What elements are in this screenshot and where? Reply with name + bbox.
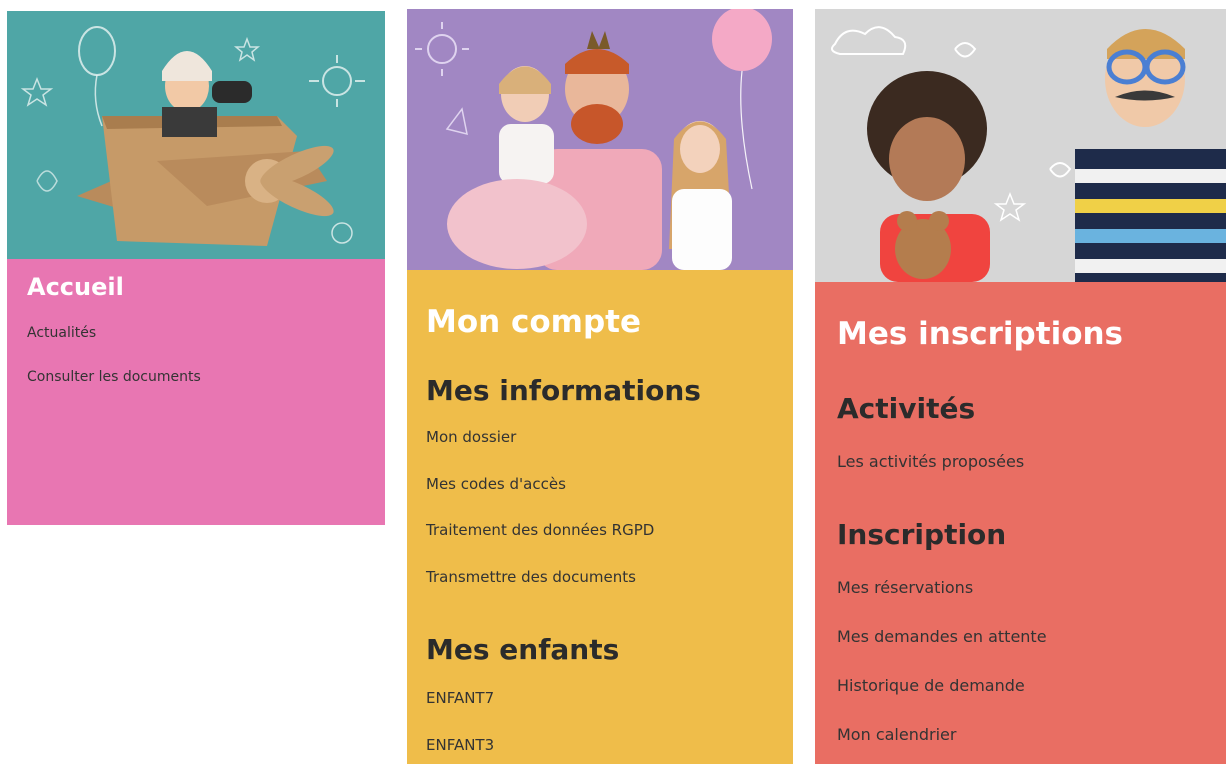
link-traitement-donnees-rgpd[interactable]: Traitement des données RGPD <box>426 521 654 539</box>
link-mon-calendrier[interactable]: Mon calendrier <box>837 725 956 744</box>
mes-enfants-heading: Mes enfants <box>426 633 620 666</box>
link-mes-reservations[interactable]: Mes réservations <box>837 578 973 597</box>
link-mes-codes-acces[interactable]: Mes codes d'accès <box>426 475 566 493</box>
mon-compte-title: Mon compte <box>426 304 642 340</box>
link-consulter-documents[interactable]: Consulter les documents <box>27 369 201 385</box>
link-mes-demandes-attente[interactable]: Mes demandes en attente <box>837 627 1047 646</box>
mes-inscriptions-panel: Mes inscriptions Activités Les activités… <box>815 282 1226 764</box>
accueil-title: Accueil <box>27 273 124 301</box>
link-enfant7[interactable]: ENFANT7 <box>426 689 494 707</box>
link-actualites[interactable]: Actualités <box>27 325 96 341</box>
link-mon-dossier[interactable]: Mon dossier <box>426 428 516 446</box>
mes-informations-heading: Mes informations <box>426 374 701 407</box>
link-transmettre-documents[interactable]: Transmettre des documents <box>426 568 636 586</box>
accueil-panel: Accueil Actualités Consulter les documen… <box>7 259 385 525</box>
link-historique-demande[interactable]: Historique de demande <box>837 676 1025 695</box>
link-enfant3[interactable]: ENFANT3 <box>426 736 494 754</box>
activites-heading: Activités <box>837 392 976 425</box>
child-in-cardboard-airplane-photo <box>7 11 385 259</box>
accueil-card: Accueil Actualités Consulter les documen… <box>7 11 385 525</box>
mon-compte-panel: Mon compte Mes informations Mon dossier … <box>407 270 793 764</box>
inscription-heading: Inscription <box>837 518 1007 551</box>
mes-inscriptions-title: Mes inscriptions <box>837 316 1124 352</box>
father-with-two-daughters-photo <box>407 9 793 270</box>
mes-inscriptions-card: Mes inscriptions Activités Les activités… <box>815 9 1226 764</box>
link-activites-proposees[interactable]: Les activités proposées <box>837 452 1024 471</box>
mon-compte-card: Mon compte Mes informations Mon dossier … <box>407 9 793 764</box>
kids-with-photo-booth-props-photo <box>815 9 1226 282</box>
